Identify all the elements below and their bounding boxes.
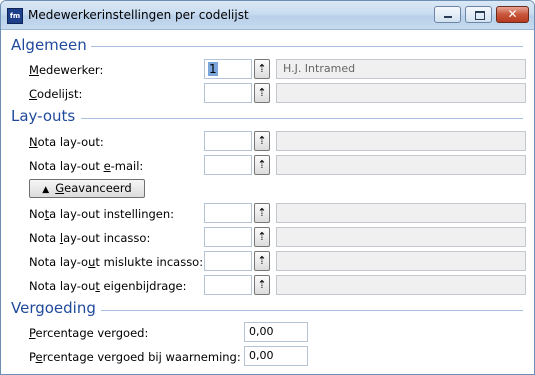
percentage-vergoed-input[interactable]: 0,00 <box>244 322 308 342</box>
nota-layout-mislukte-incasso-code-input[interactable] <box>204 251 252 271</box>
nota-layout-email-code-input[interactable] <box>204 155 252 175</box>
nota-layout-eigenbijdrage-code-input[interactable] <box>204 275 252 295</box>
nota-layout-instellingen-code-input[interactable] <box>204 203 252 223</box>
nota-layout-email-description-field <box>276 155 526 175</box>
codelijst-lookup-button[interactable]: ⇡ <box>254 83 270 103</box>
nota-layout-eigenbijdrage-description-field <box>276 275 526 295</box>
nota-layout-lookup-button[interactable]: ⇡ <box>254 131 270 151</box>
nota-layout-code-input[interactable] <box>204 131 252 151</box>
codelijst-description-field <box>276 83 526 103</box>
section-vergoeding: Vergoeding <box>11 299 96 317</box>
medewerker-description-field: H.J. Intramed <box>276 59 526 79</box>
percentage-waarneming-label: Percentage vergoed bij waarneming: <box>29 350 241 364</box>
codelijst-code-input[interactable] <box>204 83 252 103</box>
nota-layout-label: Nota lay-out: <box>29 135 104 149</box>
percentage-waarneming-input[interactable]: 0,00 <box>244 346 308 366</box>
maximize-icon <box>475 11 485 20</box>
section-divider <box>101 310 523 311</box>
nota-layout-eigenbijdrage-label: Nota lay-out eigenbijdrage: <box>29 279 187 293</box>
app-icon: fm <box>7 8 23 24</box>
nota-layout-mislukte-incasso-label: Nota lay-out mislukte incasso: <box>29 255 204 269</box>
section-divider <box>91 46 523 47</box>
medewerker-label: Medewerker: <box>29 63 104 77</box>
nota-layout-email-label: Nota lay-out e-mail: <box>29 159 144 173</box>
section-divider <box>81 118 523 119</box>
medewerker-lookup-button[interactable]: ⇡ <box>254 59 270 79</box>
settings-window: fm Medewerkerinstellingen per codelijst … <box>0 0 535 375</box>
minimize-icon <box>444 16 452 18</box>
nota-layout-mislukte-incasso-lookup-button[interactable]: ⇡ <box>254 251 270 271</box>
codelijst-label: Codelijst: <box>29 87 83 101</box>
nota-layout-instellingen-label: Nota lay-out instellingen: <box>29 207 175 221</box>
maximize-button[interactable] <box>465 6 492 23</box>
nota-layout-email-lookup-button[interactable]: ⇡ <box>254 155 270 175</box>
nota-layout-incasso-code-input[interactable] <box>204 227 252 247</box>
chevron-up-icon: ▲ <box>42 185 50 195</box>
medewerker-code-input[interactable]: 1 <box>204 59 252 79</box>
close-button[interactable]: ✕ <box>496 6 529 23</box>
nota-layout-incasso-lookup-button[interactable]: ⇡ <box>254 227 270 247</box>
nota-layout-incasso-description-field <box>276 227 526 247</box>
window-title: Medewerkerinstellingen per codelijst <box>28 8 249 22</box>
nota-layout-instellingen-description-field <box>276 203 526 223</box>
section-layouts: Lay-outs <box>11 107 76 125</box>
title-bar[interactable]: fm Medewerkerinstellingen per codelijst … <box>1 1 534 30</box>
nota-layout-eigenbijdrage-lookup-button[interactable]: ⇡ <box>254 275 270 295</box>
nota-layout-description-field <box>276 131 526 151</box>
section-algemeen: Algemeen <box>11 36 87 54</box>
nota-layout-mislukte-incasso-description-field <box>276 251 526 271</box>
minimize-button[interactable] <box>434 6 461 23</box>
close-icon: ✕ <box>507 7 518 21</box>
nota-layout-instellingen-lookup-button[interactable]: ⇡ <box>254 203 270 223</box>
advanced-toggle-button[interactable]: ▲ Geavanceerd <box>29 179 145 198</box>
percentage-vergoed-label: Percentage vergoed: <box>29 326 149 340</box>
nota-layout-incasso-label: Nota lay-out incasso: <box>29 231 151 245</box>
